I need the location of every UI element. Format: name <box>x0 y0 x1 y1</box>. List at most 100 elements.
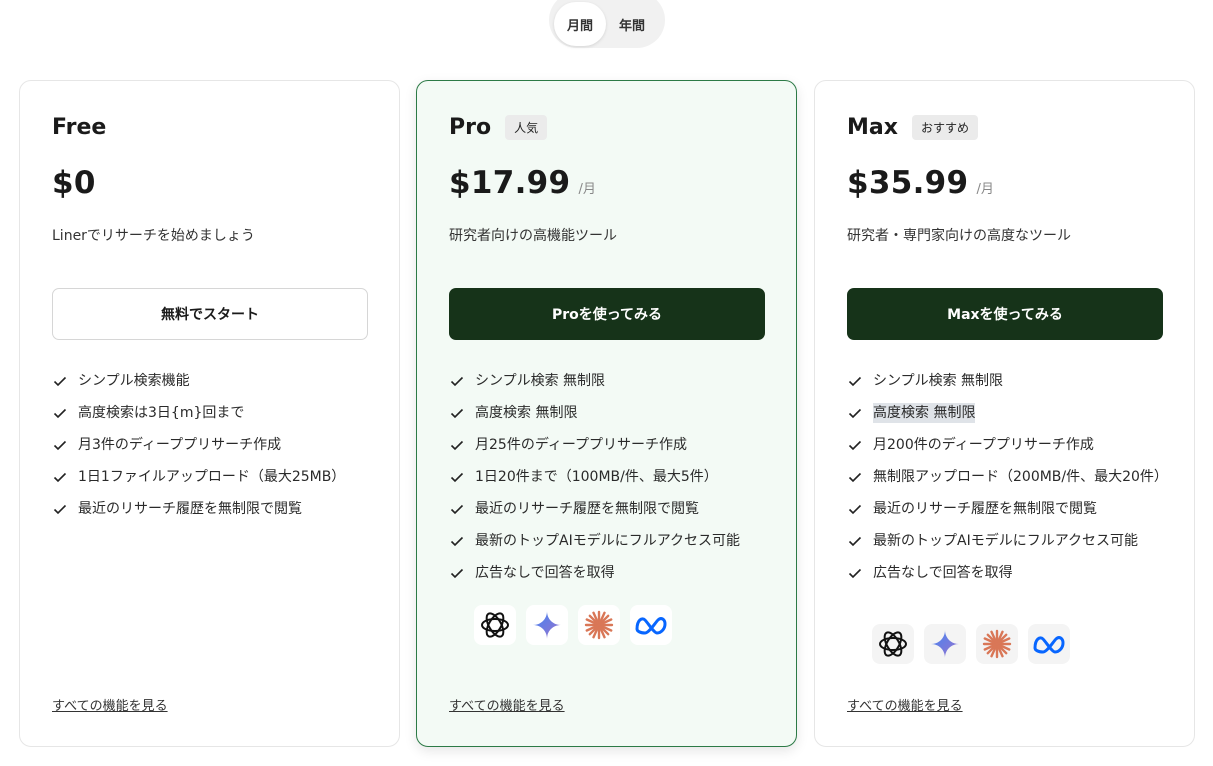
price-unit: /月 <box>578 182 596 197</box>
price-unit: /月 <box>976 182 994 197</box>
plan-header: Free <box>52 115 106 140</box>
see-all-features-link[interactable]: すべての機能を見る <box>449 695 565 714</box>
plan-name: Pro <box>449 115 492 140</box>
feature-item: シンプル検索機能 <box>52 371 372 391</box>
check-icon <box>53 408 67 419</box>
feature-item: 広告なしで回答を取得 <box>449 563 769 583</box>
start-free-button[interactable]: 無料でスタート <box>52 288 368 340</box>
feature-list: シンプル検索 無制限 高度検索 無制限 月25件のディーププリサーチ作成 1日2… <box>449 371 769 595</box>
plan-name: Free <box>52 115 107 140</box>
price-row: $17.99 /月 <box>449 165 596 201</box>
check-icon <box>450 504 464 515</box>
plan-card-free: Free $0 Linerでリサーチを始めましょう 無料でスタート シンプル検索… <box>19 80 400 747</box>
feature-item: 最近のリサーチ履歴を無制限で閲覧 <box>52 499 372 519</box>
feature-text: シンプル検索機能 <box>78 373 190 389</box>
feature-item: 高度検索 無制限 <box>449 403 769 423</box>
recommended-badge: おすすめ <box>911 115 978 140</box>
plan-description: Linerでリサーチを始めましょう <box>52 228 255 244</box>
plan-description: 研究者・専門家向けの高度なツール <box>847 228 1071 244</box>
plan-description: 研究者向けの高機能ツール <box>449 228 617 244</box>
plan-price: $0 <box>52 165 96 201</box>
feature-text: 月3件のディーププリサーチ作成 <box>78 437 282 453</box>
feature-item: 1日1ファイルアップロード（最大25MB） <box>52 467 372 487</box>
feature-text: 高度検索 無制限 <box>475 405 578 421</box>
check-icon <box>450 472 464 483</box>
check-icon <box>53 376 67 387</box>
popular-badge: 人気 <box>505 115 548 140</box>
check-icon <box>450 568 464 579</box>
feature-item: 1日20件まで（100MB/件、最大5件） <box>449 467 769 487</box>
model-icons <box>474 605 672 645</box>
feature-text: 最近のリサーチ履歴を無制限で閲覧 <box>873 501 1097 517</box>
feature-item: 高度検索 無制限 <box>847 403 1167 423</box>
gemini-icon <box>526 605 568 645</box>
feature-text: 高度検索は3日{m}回まで <box>78 405 245 421</box>
check-icon <box>848 408 862 419</box>
claude-icon <box>976 624 1018 664</box>
meta-icon <box>1028 624 1070 664</box>
feature-text: 最近のリサーチ履歴を無制限で閲覧 <box>78 501 302 517</box>
feature-item: 月3件のディーププリサーチ作成 <box>52 435 372 455</box>
price-row: $35.99 /月 <box>847 165 994 201</box>
feature-item: 無制限アップロード（200MB/件、最大20件） <box>847 467 1168 487</box>
feature-item: 広告なしで回答を取得 <box>847 563 1167 583</box>
feature-item: 月25件のディーププリサーチ作成 <box>449 435 769 455</box>
check-icon <box>450 440 464 451</box>
plan-card-max: Max おすすめ $35.99 /月 研究者・専門家向けの高度なツール Maxを… <box>814 80 1195 747</box>
toggle-yearly[interactable]: 年間 <box>606 2 658 46</box>
plan-card-pro: Pro 人気 $17.99 /月 研究者向けの高機能ツール Proを使ってみる … <box>416 80 797 747</box>
feature-list: シンプル検索機能 高度検索は3日{m}回まで 月3件のディーププリサーチ作成 1… <box>52 371 372 531</box>
feature-text: 最新のトップAIモデルにフルアクセス可能 <box>475 533 741 549</box>
check-icon <box>53 504 67 515</box>
try-max-button[interactable]: Maxを使ってみる <box>847 288 1163 340</box>
feature-item: 最近のリサーチ履歴を無制限で閲覧 <box>449 499 769 519</box>
check-icon <box>848 568 862 579</box>
check-icon <box>450 376 464 387</box>
see-all-features-link[interactable]: すべての機能を見る <box>52 695 168 714</box>
price-row: $0 <box>52 165 96 201</box>
feature-text: 広告なしで回答を取得 <box>873 565 1013 581</box>
feature-text: シンプル検索 無制限 <box>475 373 606 389</box>
check-icon <box>848 440 862 451</box>
openai-icon <box>872 624 914 664</box>
feature-text: 最新のトップAIモデルにフルアクセス可能 <box>873 533 1139 549</box>
feature-text: 1日20件まで（100MB/件、最大5件） <box>475 469 718 485</box>
feature-item: 月200件のディーププリサーチ作成 <box>847 435 1167 455</box>
toggle-monthly[interactable]: 月間 <box>554 2 606 46</box>
plan-name: Max <box>847 115 898 140</box>
check-icon <box>848 504 862 515</box>
feature-text: 月200件のディーププリサーチ作成 <box>873 437 1094 453</box>
feature-item: 最近のリサーチ履歴を無制限で閲覧 <box>847 499 1167 519</box>
feature-item: 最新のトップAIモデルにフルアクセス可能 <box>847 531 1167 551</box>
check-icon <box>450 408 464 419</box>
feature-item: 最新のトップAIモデルにフルアクセス可能 <box>449 531 769 551</box>
claude-icon <box>578 605 620 645</box>
check-icon <box>53 472 67 483</box>
feature-item: シンプル検索 無制限 <box>847 371 1167 391</box>
feature-text: 月25件のディーププリサーチ作成 <box>475 437 687 453</box>
feature-text: 高度検索 無制限 <box>873 403 976 423</box>
feature-text: 1日1ファイルアップロード（最大25MB） <box>78 469 346 485</box>
gemini-icon <box>924 624 966 664</box>
check-icon <box>848 472 862 483</box>
feature-item: シンプル検索 無制限 <box>449 371 769 391</box>
feature-text: 無制限アップロード（200MB/件、最大20件） <box>873 469 1168 485</box>
check-icon <box>848 536 862 547</box>
plan-price: $17.99 <box>449 165 571 201</box>
check-icon <box>450 536 464 547</box>
plan-price: $35.99 <box>847 165 969 201</box>
feature-text: 最近のリサーチ履歴を無制限で閲覧 <box>475 501 699 517</box>
check-icon <box>848 376 862 387</box>
see-all-features-link[interactable]: すべての機能を見る <box>847 695 963 714</box>
openai-icon <box>474 605 516 645</box>
feature-text: シンプル検索 無制限 <box>873 373 1004 389</box>
try-pro-button[interactable]: Proを使ってみる <box>449 288 765 340</box>
feature-text: 広告なしで回答を取得 <box>475 565 615 581</box>
check-icon <box>53 440 67 451</box>
plan-header: Pro 人気 <box>449 115 548 140</box>
model-icons <box>872 624 1070 664</box>
feature-list: シンプル検索 無制限 高度検索 無制限 月200件のディーププリサーチ作成 無制… <box>847 371 1168 595</box>
plan-header: Max おすすめ <box>847 115 978 140</box>
billing-toggle: 月間 年間 <box>549 0 665 48</box>
feature-item: 高度検索は3日{m}回まで <box>52 403 372 423</box>
